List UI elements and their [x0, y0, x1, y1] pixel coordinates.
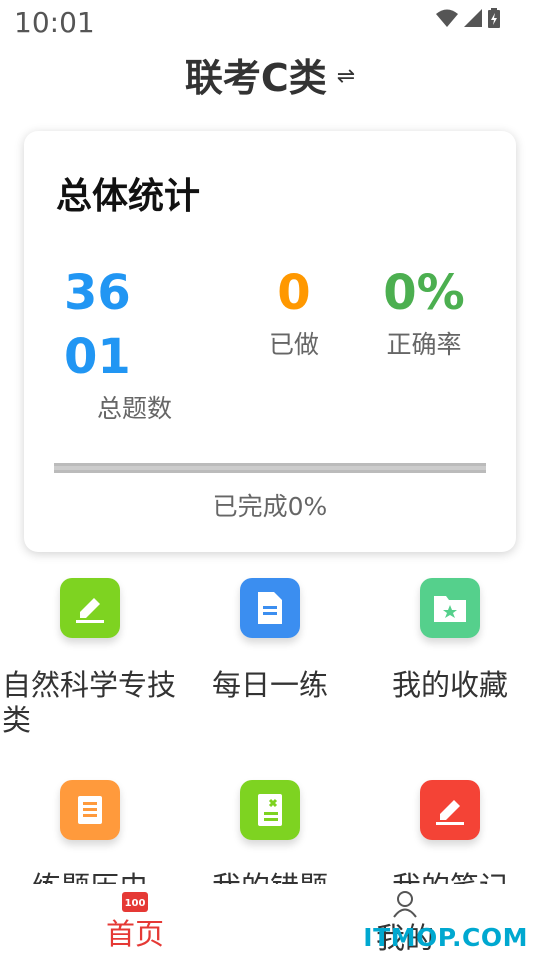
- note-pencil-icon: [420, 780, 480, 840]
- status-bar: 10:01: [0, 0, 540, 44]
- wifi-icon: [436, 9, 458, 27]
- signal-icon: [464, 9, 482, 27]
- stat-done: 0 已做: [234, 261, 354, 365]
- status-icons: [436, 8, 500, 28]
- menu-item-label: 自然科学专技类: [2, 668, 177, 737]
- user-icon: [393, 891, 417, 918]
- stats-card-title: 总体统计: [56, 176, 201, 217]
- stat-accuracy-value: 0%: [383, 265, 465, 321]
- progress-bar: [54, 463, 486, 473]
- switch-category-icon[interactable]: ⇌: [337, 64, 355, 89]
- stat-total-value: 3601: [64, 265, 131, 385]
- stat-total-label: 总题数: [96, 394, 172, 423]
- progress-text: 已完成0%: [212, 492, 328, 521]
- document-icon: [240, 578, 300, 638]
- menu-item-label: 每日一练: [211, 668, 328, 702]
- list-icon: [60, 780, 120, 840]
- menu-item-favorites[interactable]: 我的收藏: [360, 578, 540, 703]
- stats-card: 总体统计 3601 总题数 0 已做 0% 正确率 已完成0%: [24, 131, 516, 552]
- watermark: ITMOP.COM: [363, 923, 528, 952]
- header: 联考C类 ⇌: [0, 46, 540, 102]
- stat-accuracy: 0% 正确率: [364, 261, 484, 365]
- home-badge-text: 100: [125, 898, 146, 909]
- bottom-nav: 100 首页 我的 ITMOP.COM: [0, 884, 540, 960]
- stat-accuracy-label: 正确率: [386, 330, 462, 359]
- stat-done-value: 0: [277, 265, 311, 321]
- stat-total: 3601 总题数: [64, 261, 184, 429]
- wrong-book-icon: [240, 780, 300, 840]
- battery-icon: [488, 8, 500, 28]
- menu-item-label: 我的收藏: [391, 668, 508, 702]
- stat-done-label: 已做: [268, 330, 319, 359]
- nav-home-label: 首页: [105, 917, 164, 951]
- menu-item-daily-practice[interactable]: 每日一练: [180, 578, 360, 703]
- home-badge-icon: 100: [122, 892, 148, 912]
- folder-star-icon: [420, 578, 480, 638]
- page-title[interactable]: 联考C类: [185, 47, 327, 102]
- nav-home[interactable]: 100 首页: [45, 890, 225, 954]
- edit-icon: [60, 578, 120, 638]
- menu-item-subject[interactable]: 自然科学专技类: [0, 578, 180, 738]
- status-time: 10:01: [14, 6, 95, 39]
